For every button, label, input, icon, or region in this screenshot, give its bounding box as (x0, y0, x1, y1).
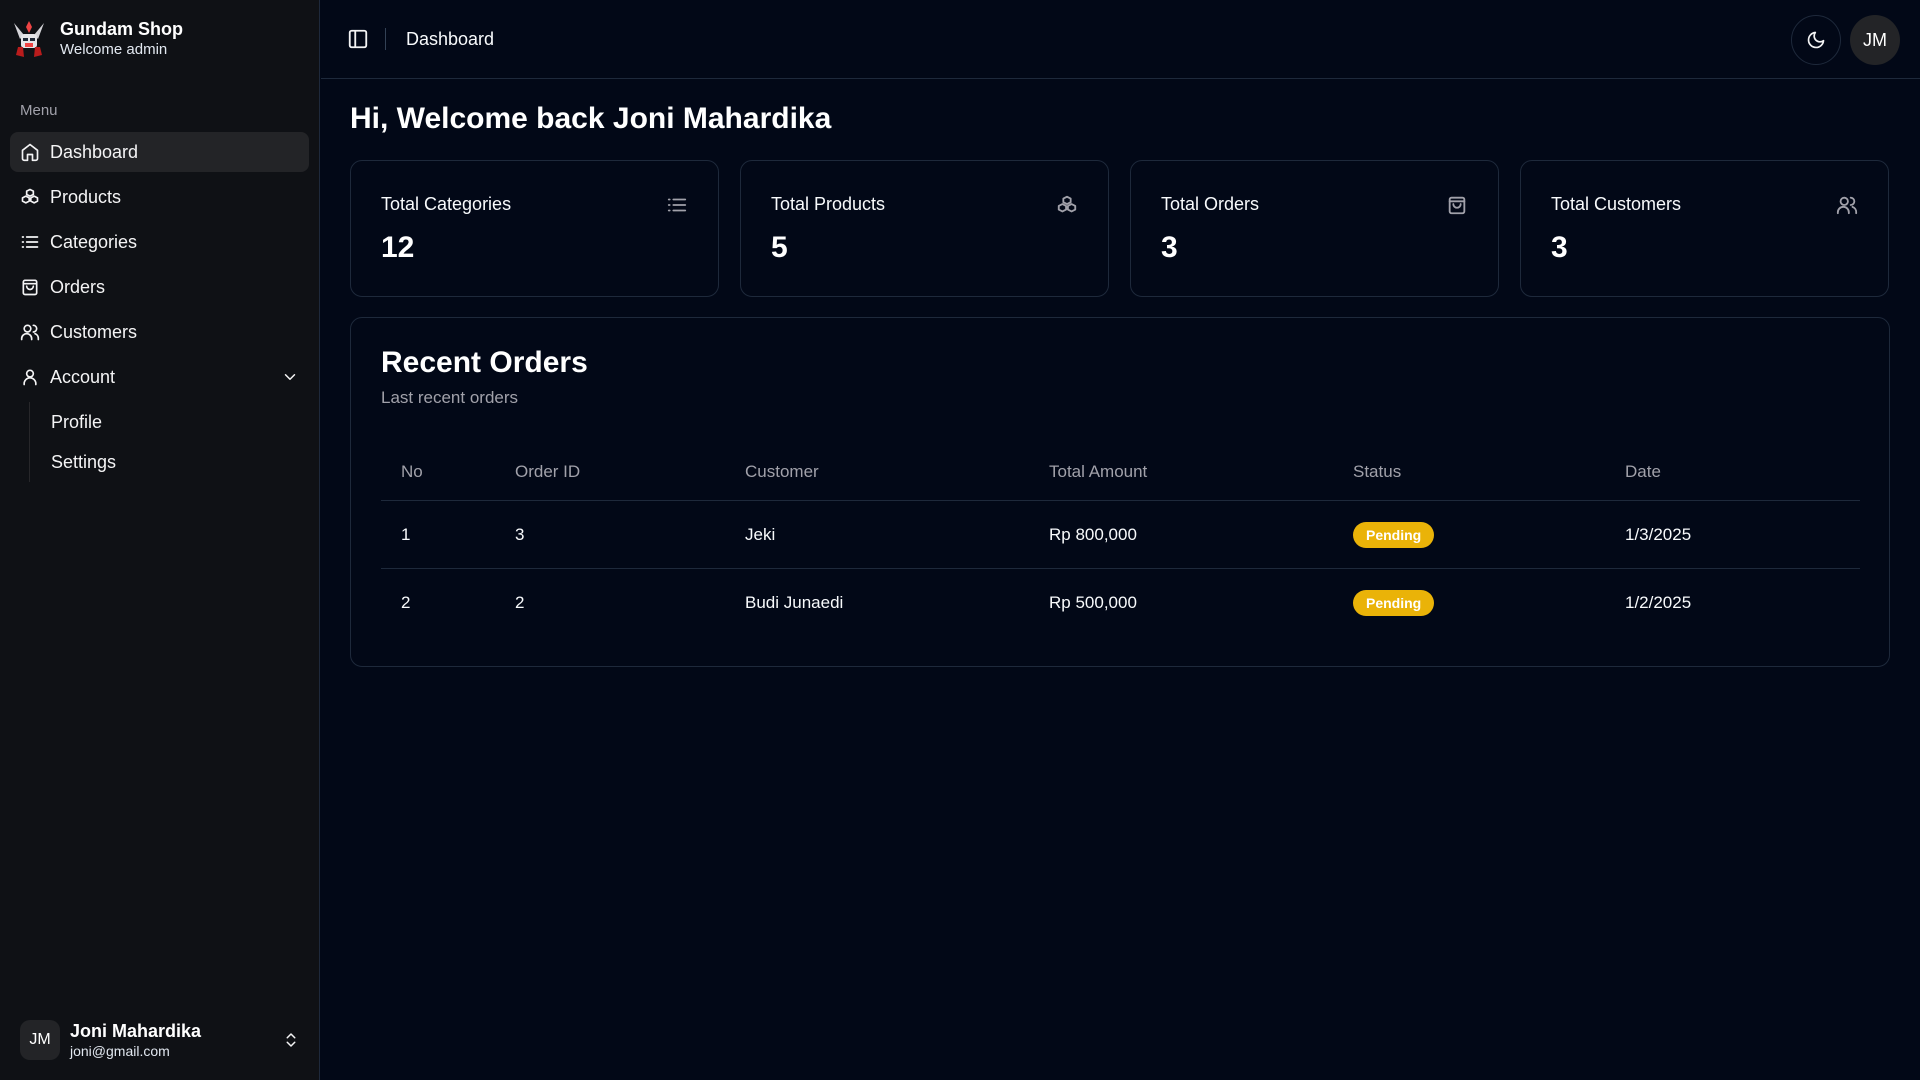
account-subnav: Profile Settings (29, 402, 309, 482)
stat-card-customers: Total Customers 3 (1520, 160, 1889, 297)
boxes-icon (1057, 195, 1077, 213)
sidebar-item-label: Products (50, 186, 122, 207)
menu-label: Menu (20, 102, 58, 119)
user-menu[interactable]: JM Joni Mahardika joni@gmail.com (20, 1018, 300, 1062)
column-header-total-amount: Total Amount (1049, 461, 1148, 481)
stat-card-products: Total Products 5 (740, 160, 1109, 297)
cell-no: 2 (401, 593, 411, 612)
moon-icon (1807, 31, 1825, 49)
users-icon (20, 324, 40, 341)
column-header-order-id: Order ID (515, 461, 581, 481)
column-header-customer: Customer (745, 461, 819, 481)
stat-title: Total Products (771, 194, 886, 214)
cell-date: 1/2/2025 (1625, 593, 1692, 612)
stat-value: 3 (1161, 231, 1178, 264)
shopping-bag-icon (22, 279, 38, 296)
chevrons-up-down-icon (286, 1033, 296, 1047)
table-row[interactable]: 1 3 Jeki Rp 800,000 Pending 1/3/2025 (381, 501, 1860, 569)
home-icon (21, 143, 39, 162)
stat-card-categories: Total Categories 12 (350, 160, 719, 297)
subnav-item-profile[interactable]: Profile (51, 402, 309, 442)
boxes-icon (21, 188, 39, 204)
theme-toggle-button[interactable] (1791, 15, 1841, 65)
subnav-item-settings[interactable]: Settings (51, 442, 309, 482)
status-badge: Pending (1353, 521, 1435, 548)
brand[interactable]: Gundam Shop Welcome admin (10, 18, 183, 60)
sidebar-item-account[interactable]: Account (10, 357, 309, 397)
stat-card-orders: Total Orders 3 (1130, 160, 1499, 297)
column-header-date: Date (1625, 461, 1661, 481)
stat-title: Total Categories (381, 194, 512, 214)
user-info: Joni Mahardika joni@gmail.com (70, 1020, 201, 1060)
cell-customer: Budi Junaedi (745, 593, 844, 612)
cell-order-id: 3 (515, 524, 525, 544)
cell-status: Pending (1353, 521, 1625, 548)
recent-orders-title: Recent Orders (381, 346, 588, 379)
sidebar-item-label: Account (50, 366, 116, 387)
cell-no: 1 (401, 524, 411, 544)
chevron-down-icon (284, 374, 296, 380)
sidebar-item-label: Categories (50, 231, 138, 252)
sidebar-item-label: Customers (50, 321, 138, 342)
page-title: Hi, Welcome back Joni Mahardika (350, 102, 832, 135)
sidebar-item-label: Orders (50, 276, 106, 297)
brand-subtitle: Welcome admin (60, 41, 168, 58)
cell-amount: Rp 500,000 (1049, 593, 1137, 612)
breadcrumb: Dashboard (406, 29, 495, 49)
sidebar-item-products[interactable]: Products (10, 177, 309, 217)
stat-title: Total Orders (1161, 194, 1260, 214)
brand-text: Gundam Shop Welcome admin (60, 18, 183, 60)
avatar: JM (20, 1020, 60, 1060)
user-icon (23, 369, 37, 386)
header-avatar[interactable]: JM (1850, 15, 1900, 65)
cell-order-id: 2 (515, 593, 525, 612)
list-icon (667, 198, 687, 212)
header-divider (385, 28, 386, 50)
list-icon (21, 236, 39, 248)
sidebar-item-dashboard[interactable]: Dashboard (10, 132, 309, 172)
sidebar-toggle-icon[interactable] (347, 28, 369, 50)
table-header: No Order ID Customer Total Amount Status… (381, 443, 1860, 501)
column-header-status: Status (1353, 461, 1402, 481)
recent-orders-subtitle: Last recent orders (381, 388, 519, 407)
cell-amount: Rp 800,000 (1049, 524, 1137, 544)
cell-customer: Jeki (745, 524, 776, 544)
sidebar: Gundam Shop Welcome admin Menu Dashboard… (0, 0, 320, 1080)
users-icon (1836, 196, 1858, 215)
stat-value: 3 (1551, 231, 1568, 264)
cell-date: 1/3/2025 (1625, 524, 1692, 544)
orders-table: No Order ID Customer Total Amount Status… (381, 443, 1860, 637)
top-header: Dashboard JM (321, 0, 1920, 79)
sidebar-item-customers[interactable]: Customers (10, 312, 309, 352)
column-header-no: No (401, 461, 423, 481)
sidebar-item-orders[interactable]: Orders (10, 267, 309, 307)
cell-status: Pending (1353, 590, 1625, 616)
stat-value: 12 (381, 231, 415, 264)
table-row[interactable]: 2 2 Budi Junaedi Rp 500,000 Pending 1/2/… (381, 569, 1860, 637)
shopping-bag-icon (1448, 196, 1466, 215)
sidebar-nav: Dashboard Products Categories Orders Cus… (10, 132, 309, 482)
status-badge: Pending (1353, 590, 1435, 616)
stat-title: Total Customers (1551, 194, 1682, 214)
brand-name: Gundam Shop (60, 19, 183, 39)
recent-orders-card: Recent Orders Last recent orders No Orde… (350, 317, 1890, 667)
sidebar-item-label: Dashboard (50, 141, 139, 162)
sidebar-item-categories[interactable]: Categories (10, 222, 309, 262)
gundam-logo-icon (14, 21, 44, 57)
user-email: joni@gmail.com (70, 1043, 170, 1059)
stat-value: 5 (771, 231, 788, 264)
user-name: Joni Mahardika (70, 1021, 202, 1041)
